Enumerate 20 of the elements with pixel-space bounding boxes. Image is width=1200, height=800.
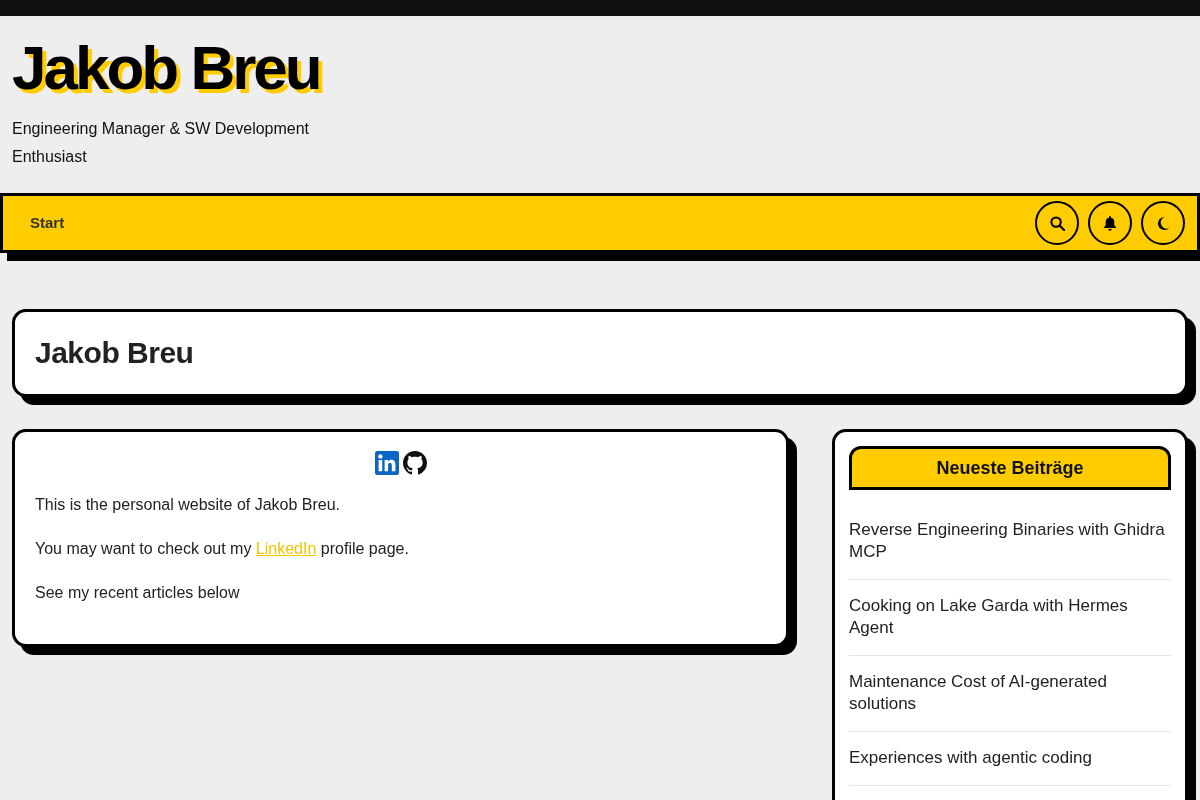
github-icon[interactable]	[402, 451, 427, 475]
post-link[interactable]: Experiences with agentic coding	[849, 747, 1171, 769]
search-icon	[1049, 215, 1065, 231]
site-title[interactable]: Jakob Breu	[12, 33, 320, 103]
dark-mode-button[interactable]	[1141, 201, 1185, 245]
nav-link[interactable]: Start	[30, 213, 65, 233]
page-title: Jakob Breu	[35, 335, 194, 371]
moon-icon	[1157, 216, 1169, 230]
widget-title: Neueste Beiträge	[849, 446, 1171, 490]
notification-button[interactable]	[1088, 201, 1132, 245]
site-tagline: Engineering Manager & SW Development Enthusiast	[12, 119, 311, 167]
body-text: This is the personal website of Jakob Breu.	[35, 495, 342, 515]
linkedin-icon[interactable]	[374, 451, 399, 475]
bell-icon	[1103, 215, 1117, 231]
search-button[interactable]	[1035, 201, 1079, 245]
body-text: You may want to check out my LinkedIn profile page.	[35, 539, 410, 559]
post-link[interactable]: Maintenance Cost of AI-generated solutions	[849, 671, 1171, 715]
post-link[interactable]: Cooking on Lake Garda with Hermes Agent	[849, 595, 1171, 639]
post-link[interactable]: Reverse Engineering Binaries with Ghidra MCP	[849, 519, 1171, 563]
body-text: See my recent articles below	[35, 583, 241, 603]
